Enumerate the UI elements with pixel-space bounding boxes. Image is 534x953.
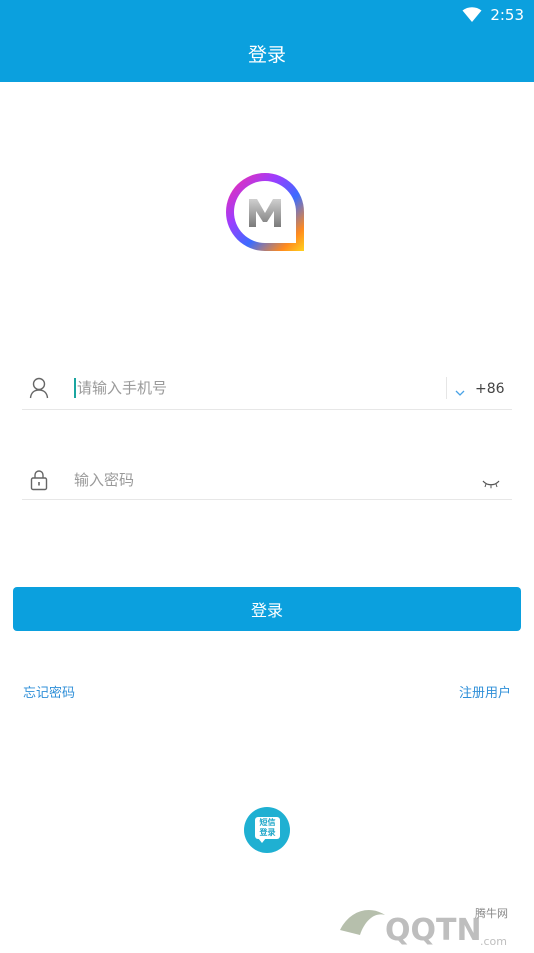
message-tail: [258, 838, 266, 843]
password-field: 输入密码: [22, 461, 512, 500]
app-bar: 2:53 登录: [0, 0, 534, 82]
user-icon: [29, 377, 49, 403]
status-time: 2:53: [490, 6, 524, 24]
phone-field: 请输入手机号 +86: [22, 369, 512, 410]
forgot-password-link[interactable]: 忘记密码: [23, 685, 75, 703]
sms-login-label: 短信 登录: [255, 818, 280, 838]
watermark-text: 腾牛网: [475, 907, 508, 920]
register-link[interactable]: 注册用户: [459, 685, 511, 703]
wifi-icon: [462, 7, 482, 23]
phone-input[interactable]: 请输入手机号: [77, 377, 167, 399]
page-title: 登录: [247, 44, 286, 66]
app-logo: [224, 171, 306, 253]
svg-text:QQTN: QQTN: [385, 913, 482, 948]
sms-login-button[interactable]: 短信 登录: [244, 807, 290, 853]
lock-icon: [29, 469, 49, 495]
password-input[interactable]: 输入密码: [74, 469, 134, 491]
login-button[interactable]: 登录: [13, 587, 521, 631]
sms-label-line1: 短信: [259, 818, 276, 827]
chevron-down-icon[interactable]: [455, 382, 465, 401]
sms-label-line2: 登录: [259, 828, 276, 837]
svg-text:.com: .com: [480, 935, 507, 948]
status-bar: 2:53: [462, 4, 524, 26]
field-divider: [446, 377, 447, 399]
text-cursor: [74, 378, 76, 398]
eye-closed-icon[interactable]: [482, 474, 500, 493]
country-code[interactable]: +86: [475, 378, 505, 400]
